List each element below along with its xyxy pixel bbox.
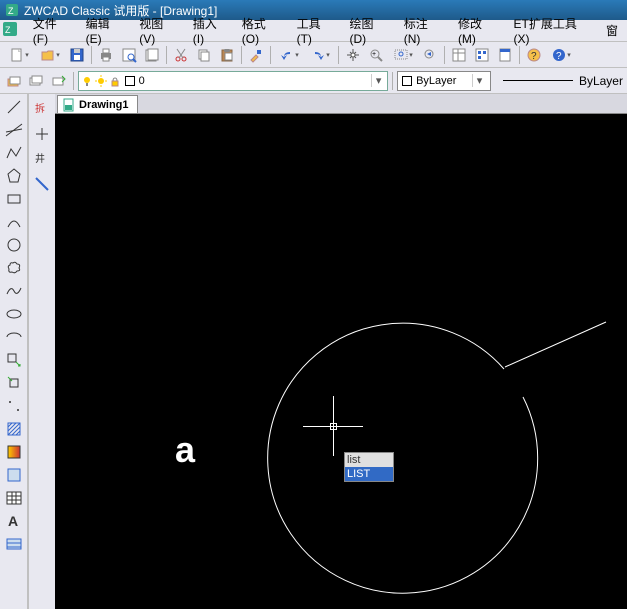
chevron-down-icon: ▾ xyxy=(371,74,385,87)
separator xyxy=(241,46,242,64)
gradient-tool[interactable] xyxy=(3,441,25,463)
svg-text:拆: 拆 xyxy=(35,102,45,115)
separator xyxy=(91,46,92,64)
tab-drawing1[interactable]: Drawing1 xyxy=(57,95,138,113)
tool-palettes-button[interactable] xyxy=(494,44,516,66)
color-swatch xyxy=(402,76,412,86)
undo-button[interactable]: ▾ xyxy=(274,44,304,66)
zoom-window-button[interactable]: ▾ xyxy=(388,44,418,66)
hatch-tool[interactable] xyxy=(3,418,25,440)
svg-text:?: ? xyxy=(556,51,562,62)
svg-text:Z: Z xyxy=(5,25,11,35)
document-icon xyxy=(62,98,76,112)
modify-tool-4[interactable] xyxy=(31,173,53,195)
publish-button[interactable] xyxy=(141,44,163,66)
svg-text:A: A xyxy=(8,513,18,529)
block-create-tool[interactable] xyxy=(3,372,25,394)
main-area: Drawing1 a list LIST xyxy=(55,94,627,609)
standard-toolbar: ▾ ▾ ▾ ▾ + ▾ ? ?▾ xyxy=(0,42,627,68)
region-tool[interactable] xyxy=(3,464,25,486)
polyline-tool[interactable] xyxy=(3,142,25,164)
color-value: ByLayer xyxy=(416,75,456,87)
bulb-icon xyxy=(81,75,93,87)
line-tool[interactable] xyxy=(3,96,25,118)
app-icon: Z xyxy=(4,2,20,18)
lock-icon xyxy=(109,75,121,87)
xline-tool[interactable] xyxy=(3,119,25,141)
paste-button[interactable] xyxy=(216,44,238,66)
workspace: A 拆 井 Drawing1 a xyxy=(0,94,627,609)
help-button[interactable]: ? xyxy=(523,44,545,66)
svg-text:Z: Z xyxy=(8,6,14,16)
svg-text:+: + xyxy=(372,51,376,58)
text-tool[interactable]: A xyxy=(3,510,25,532)
drawing-content xyxy=(55,114,627,609)
new-button[interactable]: ▾ xyxy=(4,44,34,66)
command-input[interactable]: list xyxy=(345,453,393,467)
modify-tool-2[interactable] xyxy=(31,123,53,145)
print-button[interactable] xyxy=(95,44,117,66)
document-tabs: Drawing1 xyxy=(55,94,627,114)
layer-toolbar: 0 ▾ ByLayer ▾ ByLayer xyxy=(0,68,627,94)
layer-previous-button[interactable] xyxy=(48,70,68,92)
sun-icon xyxy=(95,75,107,87)
separator xyxy=(270,46,271,64)
svg-text:?: ? xyxy=(531,51,537,62)
tab-label: Drawing1 xyxy=(79,99,129,111)
linetype-preview xyxy=(503,80,573,81)
cut-button[interactable] xyxy=(170,44,192,66)
print-preview-button[interactable] xyxy=(118,44,140,66)
separator xyxy=(73,72,74,90)
ellipse-tool[interactable] xyxy=(3,303,25,325)
layer-properties-button[interactable] xyxy=(4,70,24,92)
properties-button[interactable] xyxy=(448,44,470,66)
pan-button[interactable] xyxy=(342,44,364,66)
color-swatch xyxy=(125,76,135,86)
layer-combo[interactable]: 0 ▾ xyxy=(78,71,389,91)
open-button[interactable]: ▾ xyxy=(35,44,65,66)
redo-button[interactable]: ▾ xyxy=(305,44,335,66)
save-button[interactable] xyxy=(66,44,88,66)
modify-tool-1[interactable]: 拆 xyxy=(31,98,53,120)
ellipse-arc-tool[interactable] xyxy=(3,326,25,348)
design-center-button[interactable] xyxy=(471,44,493,66)
color-combo[interactable]: ByLayer ▾ xyxy=(397,71,491,91)
more-tools[interactable] xyxy=(3,533,25,555)
command-suggestion[interactable]: LIST xyxy=(345,467,393,481)
separator xyxy=(519,46,520,64)
match-properties-button[interactable] xyxy=(245,44,267,66)
freehand-glyph: a xyxy=(175,429,195,471)
modify-tool-3[interactable]: 井 xyxy=(31,148,53,170)
spline-tool[interactable] xyxy=(3,280,25,302)
chevron-down-icon: ▾ xyxy=(472,74,486,87)
layer-name: 0 xyxy=(139,75,145,87)
modify-toolbar: 拆 井 xyxy=(28,94,55,609)
layer-states-button[interactable] xyxy=(26,70,46,92)
drawing-canvas[interactable]: a list LIST xyxy=(55,114,627,609)
separator xyxy=(338,46,339,64)
copy-button[interactable] xyxy=(193,44,215,66)
revision-cloud-tool[interactable] xyxy=(3,257,25,279)
draw-toolbar: A xyxy=(0,94,28,609)
menu-bar: Z 文件(F) 编辑(E) 视图(V) 插入(I) 格式(O) 工具(T) 绘图… xyxy=(0,20,627,42)
rectangle-tool[interactable] xyxy=(3,188,25,210)
separator xyxy=(444,46,445,64)
linetype-combo[interactable]: ByLayer xyxy=(493,71,623,91)
zoom-previous-button[interactable] xyxy=(419,44,441,66)
polygon-tool[interactable] xyxy=(3,165,25,187)
app-menu-icon[interactable]: Z xyxy=(2,21,22,41)
command-autocomplete[interactable]: list LIST xyxy=(344,452,394,482)
point-tool[interactable] xyxy=(3,395,25,417)
help-topics-button[interactable]: ?▾ xyxy=(546,44,576,66)
circle-tool[interactable] xyxy=(3,234,25,256)
separator xyxy=(166,46,167,64)
arc-tool[interactable] xyxy=(3,211,25,233)
table-tool[interactable] xyxy=(3,487,25,509)
block-insert-tool[interactable] xyxy=(3,349,25,371)
zoom-realtime-button[interactable]: + xyxy=(365,44,387,66)
svg-text:井: 井 xyxy=(35,152,45,165)
menu-window[interactable]: 窗 xyxy=(599,20,625,41)
linetype-value: ByLayer xyxy=(579,74,623,88)
separator xyxy=(392,72,393,90)
